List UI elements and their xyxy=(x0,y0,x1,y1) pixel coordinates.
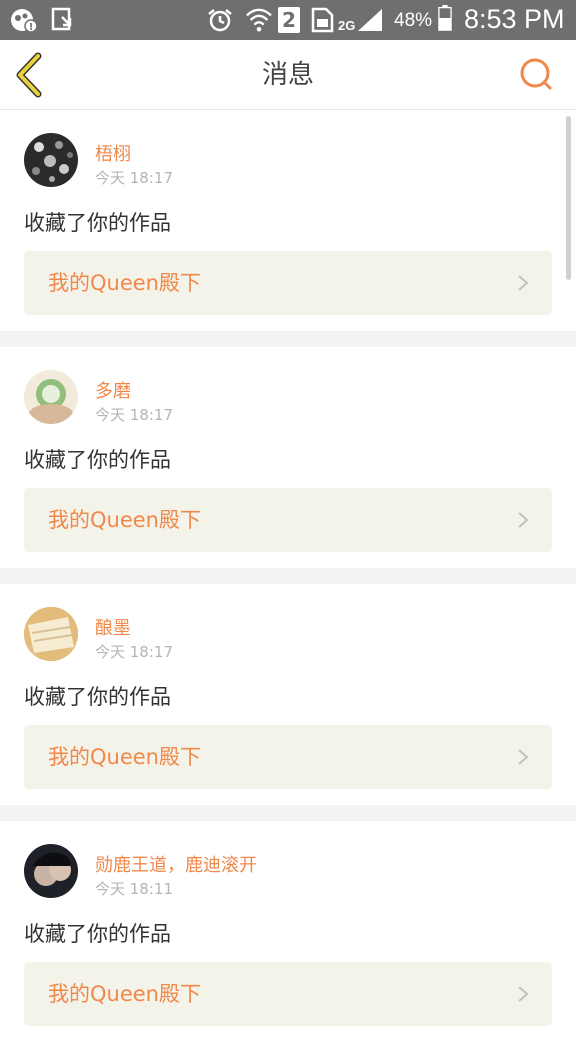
work-title: 我的Queen殿下 xyxy=(48,982,201,1006)
svg-text:!: ! xyxy=(29,22,34,33)
search-button[interactable] xyxy=(516,54,558,96)
clock: 8:53 PM xyxy=(464,4,565,34)
avatar[interactable] xyxy=(24,844,78,898)
sim-card-icon xyxy=(311,7,334,33)
work-link[interactable]: 我的Queen殿下 xyxy=(24,488,552,552)
username[interactable]: 酿墨 xyxy=(95,614,131,640)
username[interactable]: 多磨 xyxy=(95,377,131,403)
network-type: 2G xyxy=(338,18,356,33)
notification-card: 酿墨 今天 18:17 收藏了你的作品 我的Queen殿下 xyxy=(0,584,576,805)
timestamp: 今天 18:11 xyxy=(95,880,173,898)
notification-icon: ! xyxy=(11,9,38,33)
notification-card: 勋鹿王道，鹿迪滚开 今天 18:11 收藏了你的作品 我的Queen殿下 xyxy=(0,821,576,1042)
avatar[interactable] xyxy=(24,133,78,187)
action-text: 收藏了你的作品 xyxy=(24,448,171,472)
username[interactable]: 梧栩 xyxy=(95,140,131,166)
chevron-right-icon xyxy=(518,275,529,291)
alarm-icon xyxy=(208,9,232,32)
avatar[interactable] xyxy=(24,370,78,424)
notification-card: 多磨 今天 18:17 收藏了你的作品 我的Queen殿下 xyxy=(0,347,576,568)
notification-card: 梧栩 今天 18:17 收藏了你的作品 我的Queen殿下 xyxy=(0,110,576,331)
username[interactable]: 勋鹿王道，鹿迪滚开 xyxy=(95,851,257,877)
work-link[interactable]: 我的Queen殿下 xyxy=(24,251,552,315)
scrollbar[interactable] xyxy=(566,116,571,280)
status-bar: ! 2 2G 48% 8:53 PM xyxy=(0,0,576,40)
search-icon xyxy=(520,58,552,90)
signal-icon xyxy=(358,9,382,31)
chevron-right-icon xyxy=(518,749,529,765)
timestamp: 今天 18:17 xyxy=(95,643,173,661)
chevron-right-icon xyxy=(518,512,529,528)
download-icon xyxy=(51,7,72,31)
navigation-bar: 消息 xyxy=(0,40,576,110)
avatar[interactable] xyxy=(24,607,78,661)
battery-icon xyxy=(438,5,452,31)
timestamp: 今天 18:17 xyxy=(95,169,173,187)
battery-percent: 48% xyxy=(394,10,433,31)
action-text: 收藏了你的作品 xyxy=(24,685,171,709)
action-text: 收藏了你的作品 xyxy=(24,211,171,235)
work-title: 我的Queen殿下 xyxy=(48,745,201,769)
work-link[interactable]: 我的Queen殿下 xyxy=(24,725,552,789)
work-title: 我的Queen殿下 xyxy=(48,271,201,295)
work-link[interactable]: 我的Queen殿下 xyxy=(24,962,552,1026)
page-title: 消息 xyxy=(261,60,314,90)
work-title: 我的Queen殿下 xyxy=(48,508,201,532)
timestamp: 今天 18:17 xyxy=(95,406,173,424)
back-arrow-icon xyxy=(16,52,42,98)
wifi-icon xyxy=(246,8,272,32)
action-text: 收藏了你的作品 xyxy=(24,922,171,946)
sim-slot-icon: 2 xyxy=(278,7,300,33)
back-button[interactable] xyxy=(10,52,54,98)
chevron-right-icon xyxy=(518,986,529,1002)
